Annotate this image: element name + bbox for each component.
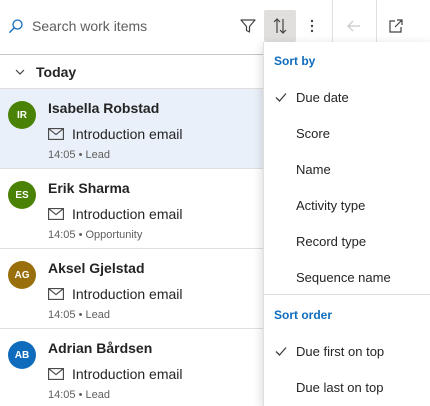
item-meta: 14:05 • Lead: [48, 309, 110, 321]
sort-by-due-date[interactable]: Due date: [264, 79, 430, 115]
menu-item-label: Due last on top: [296, 379, 384, 395]
mail-icon: [48, 288, 64, 300]
filter-button[interactable]: [232, 10, 264, 42]
mail-icon: [48, 128, 64, 140]
list-item[interactable]: AG Aksel Gjelstad Introduction email 14:05 …: [0, 248, 264, 328]
sort-icon: [273, 18, 287, 34]
contact-name: Isabella Robstad: [48, 100, 160, 116]
work-item-list: Today IR Isabella Robstad Introduction ema…: [0, 54, 264, 406]
sort-by-activity-type[interactable]: Activity type: [264, 187, 430, 223]
filter-icon: [240, 19, 256, 33]
sort-by-name[interactable]: Name: [264, 151, 430, 187]
avatar: AG: [8, 261, 36, 289]
popout-button[interactable]: [380, 10, 412, 42]
sort-by-sequence-name[interactable]: Sequence name: [264, 259, 430, 295]
contact-name: Aksel Gjelstad: [48, 260, 145, 276]
menu-item-label: Name: [296, 161, 331, 177]
menu-item-label: Score: [296, 125, 330, 141]
sort-menu: Sort by Due date Score Name Activity type Re…: [263, 42, 430, 406]
sort-button[interactable]: [264, 10, 296, 42]
activity: Introduction email: [48, 126, 183, 142]
item-meta: 14:05 • Lead: [48, 389, 110, 401]
item-meta: 14:05 • Opportunity: [48, 229, 143, 241]
checkmark-icon: [275, 347, 287, 356]
list-item[interactable]: AB Adrian Bårdsen Introduction email 14:05 …: [0, 328, 264, 406]
menu-item-label: Due first on top: [296, 343, 385, 359]
activity-label: Introduction email: [72, 366, 183, 382]
sort-by-heading: Sort by: [274, 54, 316, 68]
item-meta: 14:05 • Lead: [48, 149, 110, 161]
activity: Introduction email: [48, 286, 183, 302]
menu-item-label: Record type: [296, 233, 367, 249]
checkmark-icon: [275, 93, 287, 102]
chevron-down-icon[interactable]: [14, 66, 26, 78]
contact-name: Erik Sharma: [48, 180, 130, 196]
avatar: AB: [8, 341, 36, 369]
back-button[interactable]: [338, 10, 370, 42]
mail-icon: [48, 208, 64, 220]
search-box[interactable]: Search work items: [8, 14, 147, 38]
activity-label: Introduction email: [72, 206, 183, 222]
menu-item-label: Due date: [296, 89, 349, 105]
menu-item-label: Sequence name: [296, 269, 391, 285]
avatar: ES: [8, 181, 36, 209]
sort-order-due-last-on-top[interactable]: Due last on top: [264, 369, 430, 405]
activity-label: Introduction email: [72, 126, 183, 142]
contact-name: Adrian Bårdsen: [48, 340, 153, 356]
activity: Introduction email: [48, 366, 183, 382]
menu-item-label: Activity type: [296, 197, 366, 213]
search-icon: [9, 19, 23, 33]
sort-order-heading: Sort order: [274, 308, 333, 322]
more-vertical-icon: [310, 19, 314, 33]
group-header-today[interactable]: Today: [0, 54, 264, 88]
mail-icon: [48, 368, 64, 380]
sort-order-due-first-on-top[interactable]: Due first on top: [264, 333, 430, 369]
more-options-button[interactable]: [296, 10, 328, 42]
search-input[interactable]: Search work items: [32, 18, 147, 34]
group-title: Today: [36, 63, 77, 80]
sort-by-record-type[interactable]: Record type: [264, 223, 430, 259]
sort-by-score[interactable]: Score: [264, 115, 430, 151]
menu-divider: [264, 294, 430, 295]
list-item[interactable]: IR Isabella Robstad Introduction email 14:0…: [0, 88, 264, 168]
list-item[interactable]: ES Erik Sharma Introduction email 14:05 • O…: [0, 168, 264, 248]
activity-label: Introduction email: [72, 286, 183, 302]
avatar: IR: [8, 101, 36, 129]
activity: Introduction email: [48, 206, 183, 222]
popout-icon: [389, 19, 403, 33]
arrow-left-icon: [347, 20, 360, 32]
